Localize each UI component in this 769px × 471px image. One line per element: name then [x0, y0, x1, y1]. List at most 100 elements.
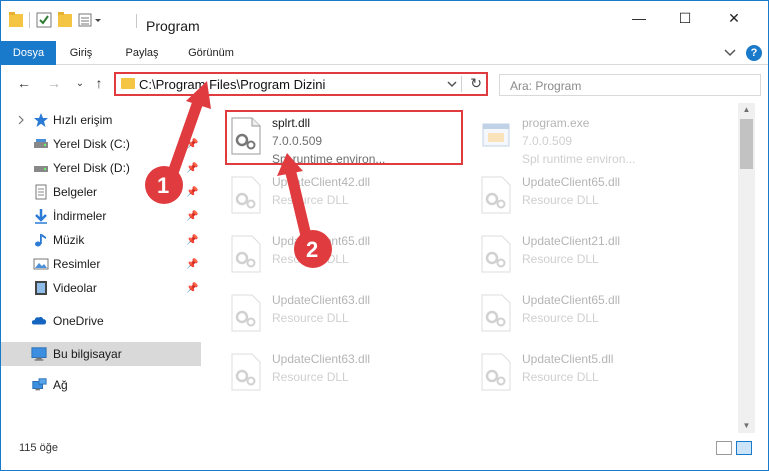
- drive-icon: [34, 139, 48, 148]
- computer-icon: [31, 347, 47, 361]
- file-description: Resource DLL: [522, 252, 599, 266]
- quick-access-toolbar: [9, 11, 104, 29]
- new-folder-icon[interactable]: [58, 12, 72, 28]
- recent-locations-button[interactable]: ⌄: [71, 74, 89, 92]
- file-item-dll[interactable]: UpdateClient21.dll Resource DLL: [476, 228, 706, 284]
- file-item-dll[interactable]: UpdateClient65.dll Resource DLL: [476, 287, 706, 343]
- sidebar-item-label: Resimler: [53, 257, 101, 271]
- vertical-scrollbar[interactable]: ▲ ▼: [738, 103, 755, 433]
- sidebar-item-label: Yerel Disk (D:): [53, 161, 130, 175]
- title-bar: Program — ☐ ✕: [1, 1, 768, 37]
- pin-icon: 📌: [186, 282, 199, 294]
- documents-icon: [35, 184, 47, 200]
- file-description: Resource DLL: [272, 311, 349, 325]
- file-name: UpdateClient65.dll: [522, 293, 621, 307]
- sidebar-item-label: Ağ: [53, 378, 68, 392]
- videos-icon: [35, 281, 47, 295]
- item-count: 115 öğe: [19, 442, 58, 454]
- dll-file-icon: [481, 294, 511, 332]
- help-icon[interactable]: ?: [746, 45, 762, 61]
- file-item-dll[interactable]: UpdateClient63.dll Resource DLL: [226, 287, 456, 343]
- sidebar-item-label: Videolar: [53, 281, 97, 295]
- file-name: UpdateClient63.dll: [272, 293, 371, 307]
- dll-file-icon: [481, 176, 511, 214]
- dll-file-icon: [231, 235, 261, 273]
- refresh-button[interactable]: ↻: [470, 75, 482, 92]
- properties-icon[interactable]: [36, 12, 52, 28]
- sidebar-item-local-disk-d[interactable]: Yerel Disk (D:) 📌: [1, 156, 201, 180]
- ribbon-tabs: Dosya Giriş Paylaş Görünüm ?: [1, 41, 768, 97]
- scroll-down-icon[interactable]: ▼: [738, 419, 755, 433]
- file-item-dll[interactable]: UpdateClient5.dll Resource DLL: [476, 346, 706, 402]
- tiles-view-icon[interactable]: [736, 441, 752, 455]
- tab-home[interactable]: Giriş: [56, 41, 106, 65]
- maximize-button[interactable]: ☐: [662, 1, 708, 35]
- status-bar: 115 öğe: [1, 435, 768, 470]
- forward-button[interactable]: →: [45, 74, 63, 92]
- sidebar-item-documents[interactable]: Belgeler 📌: [1, 180, 201, 204]
- sidebar-item-videos[interactable]: Videolar 📌: [1, 276, 201, 300]
- minimize-button[interactable]: —: [616, 1, 662, 35]
- file-description: Resource DLL: [272, 193, 349, 207]
- file-item-dll[interactable]: UpdateClient65.dll Resource DLL: [476, 169, 706, 225]
- pin-icon: 📌: [186, 186, 199, 198]
- dll-file-icon: [481, 353, 511, 391]
- pin-icon: 📌: [186, 234, 199, 246]
- pictures-icon: [33, 258, 49, 270]
- close-button[interactable]: ✕: [711, 1, 757, 35]
- sidebar-item-downloads[interactable]: İndirmeler 📌: [1, 204, 201, 228]
- file-name: UpdateClient21.dll: [522, 234, 621, 248]
- up-button[interactable]: ↑: [90, 74, 108, 92]
- back-button[interactable]: ←: [15, 74, 33, 92]
- sidebar-item-label: Belgeler: [53, 185, 98, 199]
- pin-icon: 📌: [186, 210, 199, 222]
- file-name: program.exe: [522, 116, 590, 130]
- address-dropdown-icon[interactable]: [446, 76, 458, 92]
- sidebar-item-music[interactable]: Müzik 📌: [1, 228, 201, 252]
- file-name: UpdateClient63.dll: [272, 352, 371, 366]
- file-description: Resource DLL: [522, 193, 599, 207]
- file-highlight-box: [225, 110, 463, 165]
- file-item-dll[interactable]: UpdateClient65.dll Resource DLL: [226, 228, 456, 284]
- address-path: C:\Program Files\Program Dizini: [139, 77, 326, 92]
- file-item-program-exe[interactable]: program.exe 7.0.0.509 Spl runtime enviro…: [476, 110, 706, 166]
- sidebar-item-pictures[interactable]: Resimler 📌: [1, 252, 201, 276]
- sidebar-item-this-pc[interactable]: Bu bilgisayar: [1, 342, 201, 366]
- tab-share[interactable]: Paylaş: [113, 41, 171, 65]
- sidebar-item-label: Müzik: [53, 233, 85, 247]
- sidebar-item-label: Yerel Disk (C:): [53, 137, 130, 151]
- tab-view[interactable]: Görünüm: [177, 41, 245, 65]
- customize-qat-icon[interactable]: [78, 12, 104, 28]
- file-description: Resource DLL: [272, 370, 349, 384]
- file-description: Resource DLL: [272, 252, 349, 266]
- ribbon-controls: ?: [724, 45, 762, 61]
- expand-ribbon-icon[interactable]: [724, 48, 736, 58]
- file-name: UpdateClient5.dll: [522, 352, 614, 366]
- details-view-icon[interactable]: [716, 441, 732, 455]
- sidebar-item-label: İndirmeler: [53, 209, 107, 223]
- sidebar-item-local-disk-c[interactable]: Yerel Disk (C:) 📌: [1, 132, 201, 156]
- sidebar-item-quick-access[interactable]: Hızlı erişim: [1, 108, 201, 132]
- scrollbar-thumb[interactable]: [740, 119, 753, 169]
- file-item-dll[interactable]: UpdateClient63.dll Resource DLL: [226, 346, 456, 402]
- pin-icon: 📌: [186, 138, 199, 150]
- file-name: UpdateClient42.dll: [272, 175, 371, 189]
- folder-icon: [9, 12, 23, 27]
- dll-file-icon: [481, 235, 511, 273]
- address-bar[interactable]: C:\Program Files\Program Dizini ↻: [114, 72, 488, 96]
- search-placeholder: Ara: Program: [510, 79, 582, 93]
- file-description: Resource DLL: [522, 311, 599, 325]
- search-box[interactable]: Ara: Program: [499, 74, 761, 96]
- file-version: 7.0.0.509: [522, 134, 573, 148]
- pin-icon: 📌: [186, 162, 199, 174]
- explorer-window: Program — ☐ ✕ Dosya Giriş Paylaş Görünüm…: [0, 0, 769, 471]
- music-icon: [35, 234, 46, 247]
- download-icon: [35, 209, 47, 224]
- file-item-dll[interactable]: UpdateClient42.dll Resource DLL: [226, 169, 456, 225]
- cloud-icon: [31, 316, 47, 325]
- dll-file-icon: [231, 294, 261, 332]
- sidebar-item-network[interactable]: Ağ: [1, 373, 201, 397]
- scroll-up-icon[interactable]: ▲: [738, 103, 755, 117]
- chevron-right-icon[interactable]: [13, 112, 29, 128]
- sidebar-item-onedrive[interactable]: OneDrive: [1, 309, 201, 333]
